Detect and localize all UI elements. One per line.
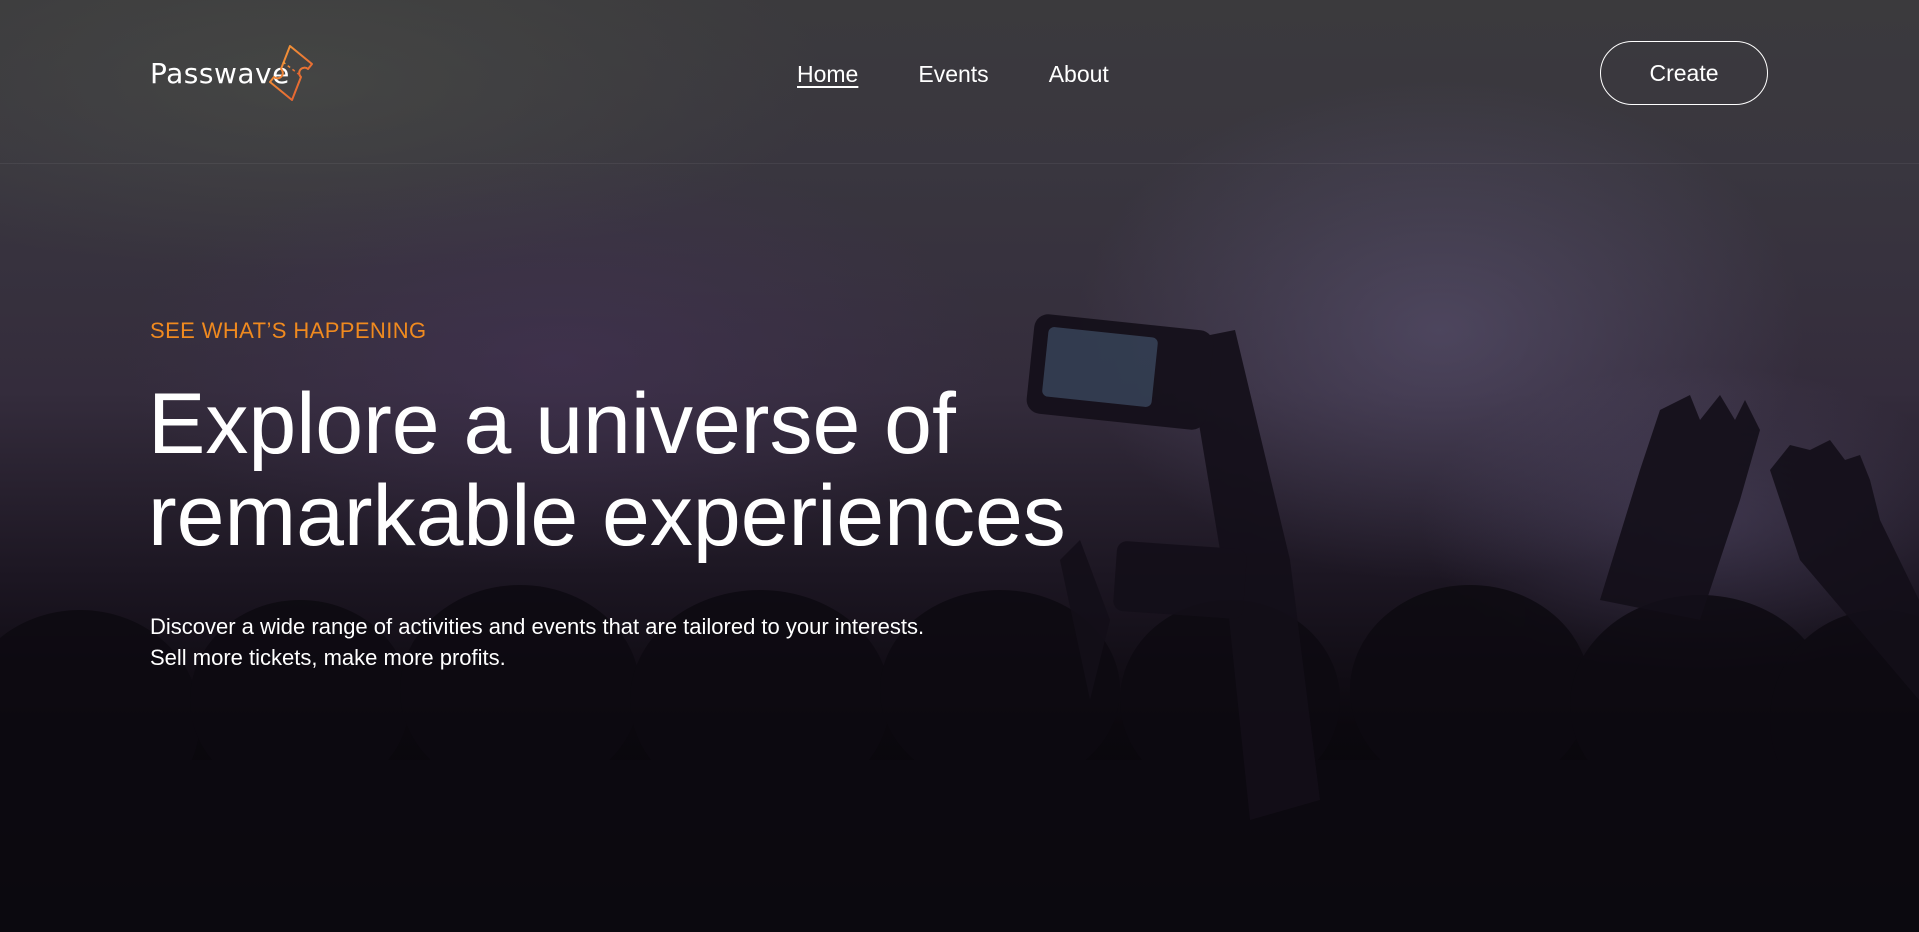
main-nav: Home Events About [797,56,1109,92]
hero-eyebrow: SEE WHAT’S HAPPENING [150,318,427,343]
hero-headline-line1: Explore a universe of [148,376,956,472]
hero-description-line2: Sell more tickets, make more profits. [150,645,506,670]
hero-headline: Explore a universe of remarkable experie… [148,378,1248,562]
hero-description-line1: Discover a wide range of activities and … [150,614,925,639]
ticket-icon [269,45,313,101]
site-header: Passwave Home Events About Create [0,0,1919,164]
create-button[interactable]: Create [1600,41,1768,105]
nav-item-home[interactable]: Home [797,56,858,92]
nav-item-events[interactable]: Events [918,56,988,92]
hero-description: Discover a wide range of activities and … [150,611,1150,673]
logo[interactable]: Passwave [150,42,313,106]
nav-item-about[interactable]: About [1049,56,1109,92]
hero-headline-line2: remarkable experiences [148,468,1066,564]
